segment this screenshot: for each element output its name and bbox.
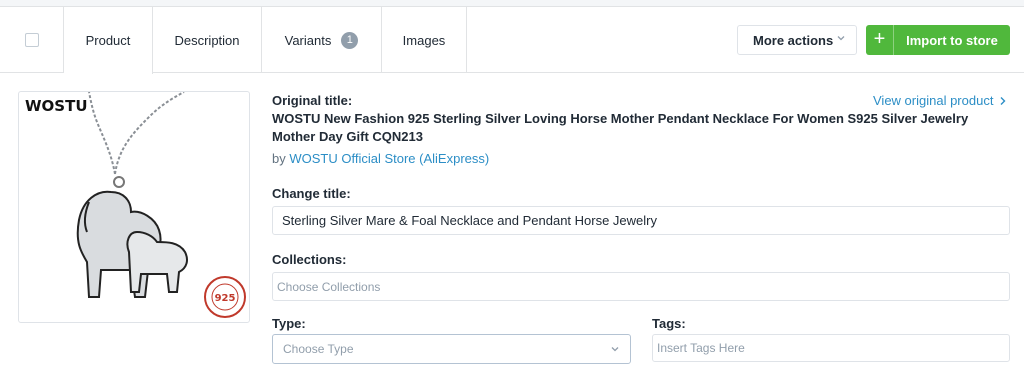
tab-product-label: Product xyxy=(85,33,131,48)
product-import-card: Product Description Variants 1 Images Mo… xyxy=(0,6,1024,386)
view-original-label: View original product xyxy=(873,93,994,108)
chevron-right-icon xyxy=(1000,96,1006,105)
plus-icon: + xyxy=(866,25,894,55)
more-actions-label: More actions xyxy=(753,32,834,48)
tags-placeholder: Insert Tags Here xyxy=(657,341,745,355)
store-link[interactable]: WOSTU Official Store (AliExpress) xyxy=(289,151,489,166)
variants-count-badge: 1 xyxy=(341,31,359,49)
collections-input[interactable]: Choose Collections xyxy=(272,272,1010,301)
select-product-cell xyxy=(0,7,64,73)
silver-stamp-text: 925 xyxy=(215,293,236,304)
tags-input[interactable]: Insert Tags Here xyxy=(652,334,1010,362)
tab-bar: Product Description Variants 1 Images Mo… xyxy=(0,7,1024,74)
select-product-checkbox[interactable] xyxy=(24,33,39,47)
import-to-store-button[interactable]: + Import to store xyxy=(866,25,1010,55)
tab-product[interactable]: Product xyxy=(64,7,153,74)
tab-description-label: Description xyxy=(174,32,240,48)
collections-placeholder: Choose Collections xyxy=(277,279,381,294)
tab-variants-label: Variants xyxy=(284,32,332,48)
tab-variants[interactable]: Variants 1 xyxy=(262,7,382,73)
product-image[interactable]: WOSTU 925 xyxy=(18,91,250,323)
change-title-input[interactable]: Sterling Silver Mare & Foal Necklace and… xyxy=(272,206,1010,235)
more-actions-button[interactable]: More actions xyxy=(737,25,857,55)
type-select[interactable]: Choose Type xyxy=(272,334,631,364)
tab-images[interactable]: Images xyxy=(382,7,467,73)
by-prefix: by xyxy=(272,151,286,166)
type-label: Type: xyxy=(272,316,306,331)
original-title-label: Original title: xyxy=(272,93,353,108)
import-to-store-label: Import to store xyxy=(906,32,998,48)
type-placeholder: Choose Type xyxy=(283,342,354,356)
tags-label: Tags: xyxy=(652,316,686,331)
chevron-down-icon xyxy=(837,36,845,41)
tab-images-label: Images xyxy=(402,32,446,48)
necklace-image: WOSTU 925 xyxy=(25,92,246,318)
chevron-down-icon xyxy=(611,347,619,352)
tab-description[interactable]: Description xyxy=(153,7,262,73)
change-title-value: Sterling Silver Mare & Foal Necklace and… xyxy=(282,213,658,228)
change-title-label: Change title: xyxy=(272,186,351,201)
view-original-product-link[interactable]: View original product xyxy=(873,93,1007,108)
original-title: WOSTU New Fashion 925 Sterling Silver Lo… xyxy=(272,111,969,144)
byline: by WOSTU Official Store (AliExpress) xyxy=(272,151,489,166)
brand-logo-text: WOSTU xyxy=(25,97,88,115)
collections-label: Collections: xyxy=(272,252,347,267)
